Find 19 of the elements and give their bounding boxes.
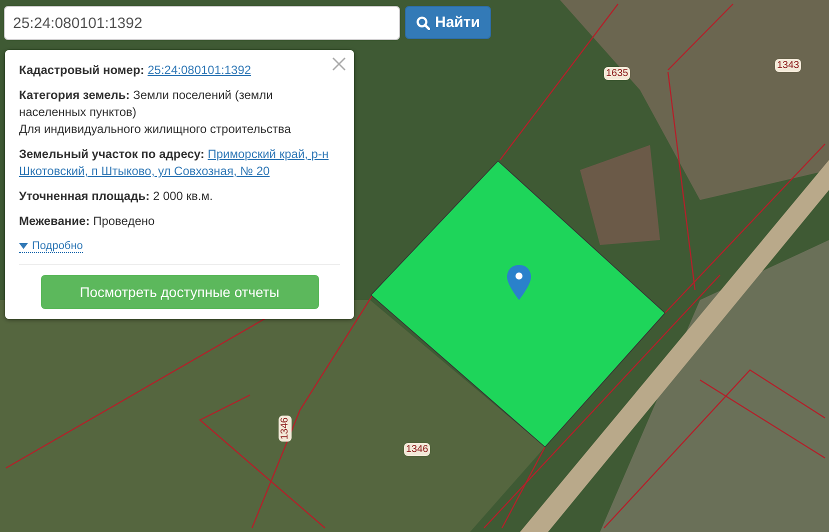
info-line: Межевание: Проведено [19,213,156,230]
parcel-number: 1343 [775,59,802,72]
info-line: Кадастровый номер: 25:24:080101:1392 [19,62,252,79]
map-pin-icon[interactable] [507,265,531,300]
search-button[interactable]: Найти [405,6,491,39]
details-link[interactable]: Подробно [19,240,83,253]
info-line: Уточненная площадь: 2 000 кв.м. [19,188,214,205]
caret-icon [19,243,28,249]
info-line: Категория земель: Земли поселений (земли населенных пунктов) [19,87,274,121]
parcel-number: 1346 [278,415,292,442]
info-line: Земельный участок по адресу: Приморский край, р-н Шкотовский, п Штыково, ул Совхозная, № 20 [19,146,330,180]
reports-button[interactable]: Посмотреть доступные отчеты [40,275,318,309]
close-button[interactable] [332,57,346,71]
parcel-number: 1635 [604,67,630,80]
info-note: Для индивидуального жилищного строительства [19,121,292,138]
parcel-number: 1346 [404,443,430,456]
close-icon [332,57,346,71]
search-icon [416,16,430,30]
search-field[interactable]: 25:24:080101:1392 [4,6,400,40]
